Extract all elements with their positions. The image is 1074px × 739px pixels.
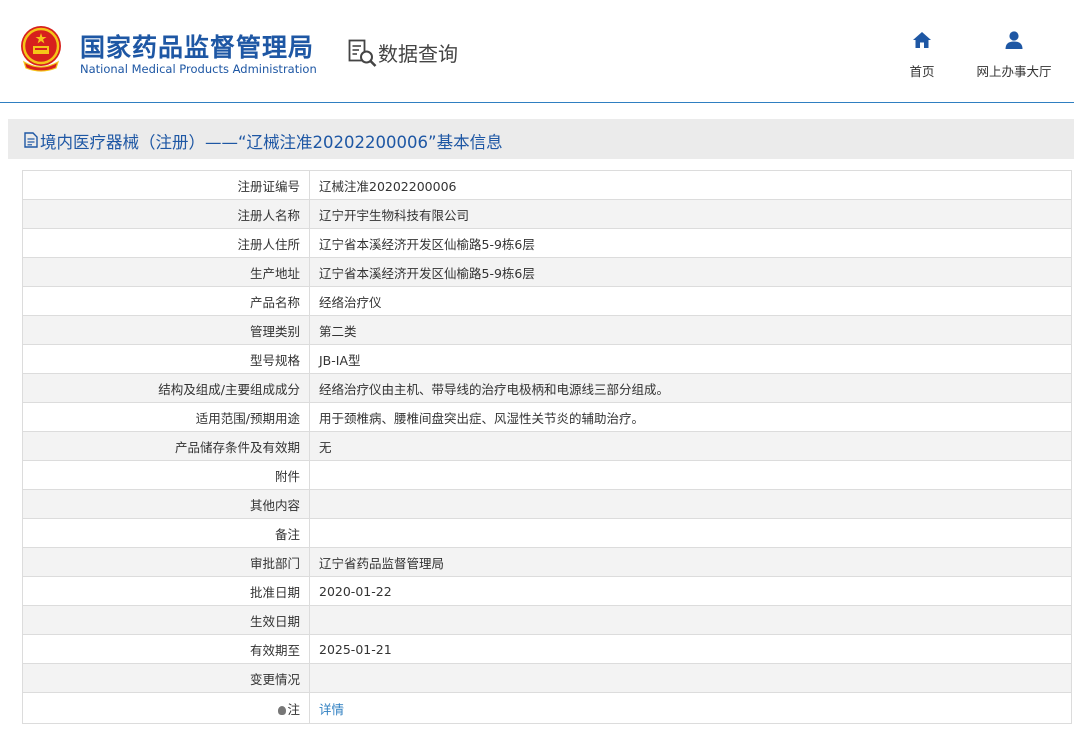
- field-value: 辽械注准20202200006: [309, 170, 1072, 200]
- field-label: 批准日期: [22, 576, 310, 606]
- field-value: 辽宁省药品监督管理局: [309, 547, 1072, 577]
- field-value: 辽宁开宇生物科技有限公司: [309, 199, 1072, 229]
- field-value: 经络治疗仪: [309, 286, 1072, 316]
- field-label: 其他内容: [22, 489, 310, 519]
- field-value: [309, 489, 1072, 519]
- details-link[interactable]: 详情: [319, 702, 344, 717]
- site-logo-title[interactable]: 国家药品监督管理局: [80, 28, 314, 64]
- table-row: 产品名称 经络治疗仪: [22, 286, 1072, 316]
- table-row: 注册人住所 辽宁省本溪经济开发区仙榆路5-9栋6层: [22, 228, 1072, 258]
- field-value: 辽宁省本溪经济开发区仙榆路5-9栋6层: [309, 257, 1072, 287]
- field-value: 经络治疗仪由主机、带导线的治疗电极柄和电源线三部分组成。: [309, 373, 1072, 403]
- field-label: 变更情况: [22, 663, 310, 693]
- note-value-cell: 详情: [309, 692, 1072, 724]
- field-label: 管理类别: [22, 315, 310, 345]
- field-value: 辽宁省本溪经济开发区仙榆路5-9栋6层: [309, 228, 1072, 258]
- note-label-cell: 注: [22, 692, 310, 724]
- note-row: 注 详情: [22, 692, 1072, 724]
- table-row: 备注: [22, 518, 1072, 548]
- note-label: 注: [287, 701, 300, 717]
- table-row: 其他内容: [22, 489, 1072, 519]
- nav-service-hall-link[interactable]: 网上办事大厅: [972, 30, 1056, 82]
- table-row: 变更情况: [22, 663, 1072, 693]
- field-label: 附件: [22, 460, 310, 490]
- site-logo-subtitle[interactable]: National Medical Products Administration: [80, 62, 317, 76]
- user-icon: [1005, 31, 1023, 49]
- table-row: 注册证编号 辽械注准20202200006: [22, 170, 1072, 200]
- table-row: 生效日期: [22, 605, 1072, 635]
- header-divider: [0, 102, 1074, 103]
- field-value: 2020-01-22: [309, 576, 1072, 606]
- field-label: 型号规格: [22, 344, 310, 374]
- table-row: 批准日期 2020-01-22: [22, 576, 1072, 606]
- field-value: [309, 460, 1072, 490]
- field-value: [309, 518, 1072, 548]
- page-title: 境内医疗器械（注册）——“辽械注准20202200006”基本信息: [40, 133, 503, 152]
- home-icon: [913, 32, 931, 48]
- nav-home-link[interactable]: 首页: [903, 30, 941, 82]
- table-row: 型号规格 JB-IA型: [22, 344, 1072, 374]
- document-search-icon: [348, 39, 377, 67]
- field-value: 用于颈椎病、腰椎间盘突出症、风湿性关节炎的辅助治疗。: [309, 402, 1072, 432]
- table-row: 审批部门 辽宁省药品监督管理局: [22, 547, 1072, 577]
- table-row: 附件: [22, 460, 1072, 490]
- field-label: 产品储存条件及有效期: [22, 431, 310, 461]
- table-row: 产品储存条件及有效期无: [22, 431, 1072, 461]
- field-label: 注册人名称: [22, 199, 310, 229]
- lightbulb-icon: [278, 705, 287, 715]
- table-row: 管理类别 第二类: [22, 315, 1072, 345]
- table-row: 注册人名称 辽宁开宇生物科技有限公司: [22, 199, 1072, 229]
- field-value: [309, 663, 1072, 693]
- table-row: 生产地址 辽宁省本溪经济开发区仙榆路5-9栋6层: [22, 257, 1072, 287]
- national-emblem-icon: [21, 26, 61, 72]
- record-info-table: 注册证编号 辽械注准20202200006 注册人名称 辽宁开宇生物科技有限公司 注…: [22, 170, 1072, 724]
- field-label: 有效期至: [22, 634, 310, 664]
- document-icon: [24, 132, 38, 148]
- field-label: 审批部门: [22, 547, 310, 577]
- field-label: 注册人住所: [22, 228, 310, 258]
- table-row: 有效期至 2025-01-21: [22, 634, 1072, 664]
- field-label: 结构及组成/主要组成成分: [22, 373, 310, 403]
- site-header: 国家药品监督管理局 National Medical Products Admi…: [0, 0, 1074, 103]
- field-value: [309, 605, 1072, 635]
- nav-home-label: 首页: [909, 64, 935, 79]
- page-title-bar: 境内医疗器械（注册）——“辽械注准20202200006”基本信息: [8, 119, 1074, 159]
- table-row: 适用范围/预期用途 用于颈椎病、腰椎间盘突出症、风湿性关节炎的辅助治疗。: [22, 402, 1072, 432]
- data-query-title: 数据查询: [378, 42, 458, 66]
- field-label: 注册证编号: [22, 170, 310, 200]
- field-label: 备注: [22, 518, 310, 548]
- field-label: 适用范围/预期用途: [22, 402, 310, 432]
- table-row: 结构及组成/主要组成成分 经络治疗仪由主机、带导线的治疗电极柄和电源线三部分组成。: [22, 373, 1072, 403]
- field-value: 无: [309, 431, 1072, 461]
- nav-service-hall-label: 网上办事大厅: [976, 64, 1052, 79]
- field-label: 生效日期: [22, 605, 310, 635]
- field-label: 生产地址: [22, 257, 310, 287]
- field-label: 产品名称: [22, 286, 310, 316]
- field-value: JB-IA型: [309, 344, 1072, 374]
- field-value: 第二类: [309, 315, 1072, 345]
- field-value: 2025-01-21: [309, 634, 1072, 664]
